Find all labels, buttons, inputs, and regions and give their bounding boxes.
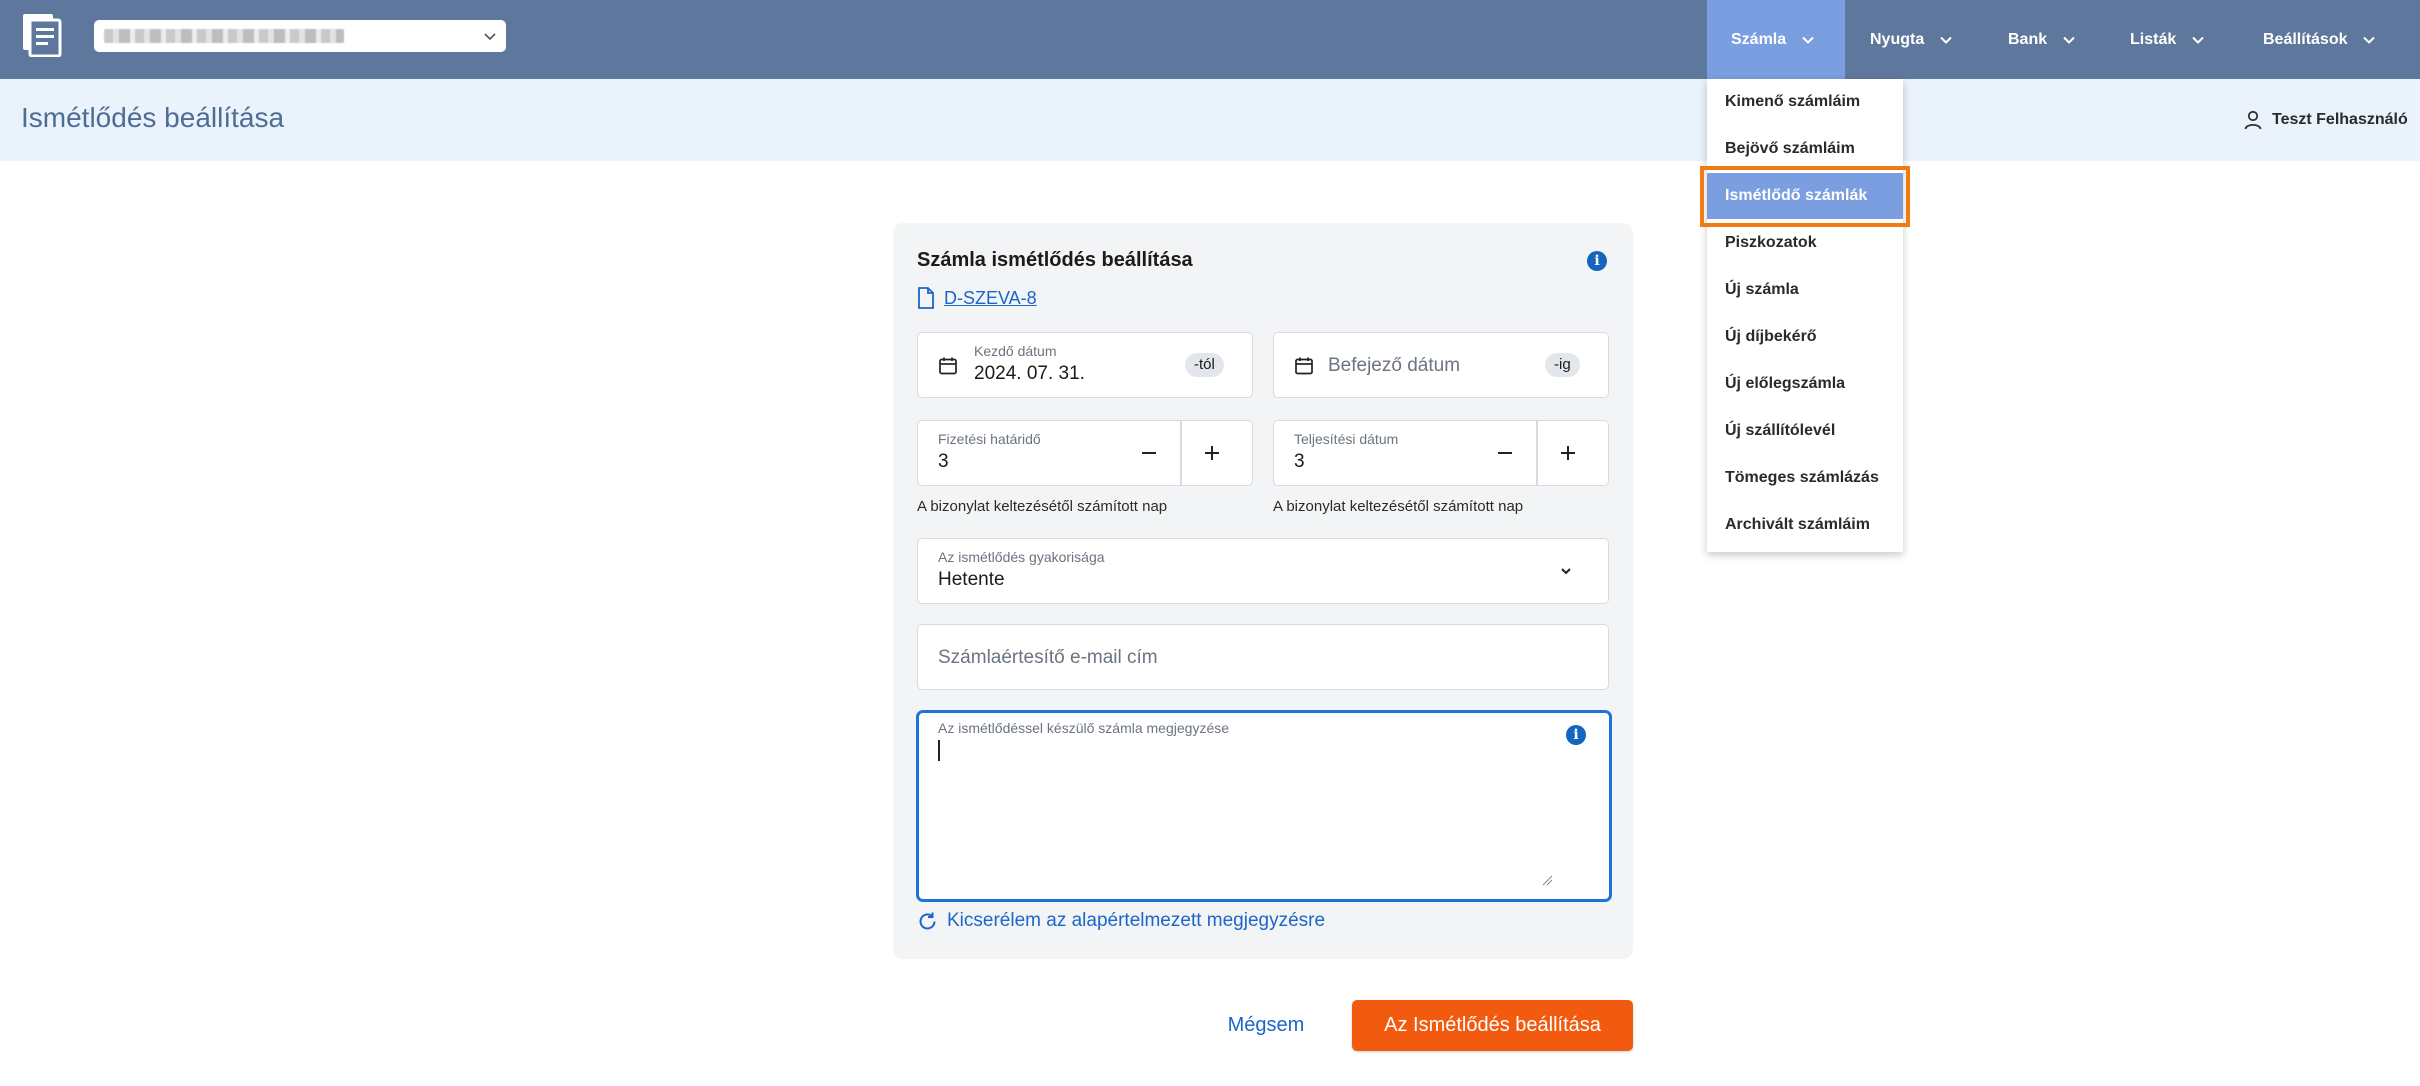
nav-beallitasok[interactable]: Beállítások <box>2263 0 2377 79</box>
decrement-button[interactable] <box>1119 421 1179 485</box>
menu-item-new-delivery-note[interactable]: Új szállítólevél <box>1707 408 1903 454</box>
app-logo-icon[interactable] <box>22 13 62 57</box>
start-date-label: Kezdő dátum <box>974 343 1057 359</box>
nav-label: Listák <box>2130 30 2177 48</box>
resize-handle-icon[interactable] <box>1541 874 1553 886</box>
end-date-suffix: -ig <box>1545 353 1580 377</box>
cancel-button[interactable]: Mégsem <box>1216 1004 1316 1046</box>
start-date-value: 2024. 07. 31. <box>974 363 1085 384</box>
reset-note-link[interactable]: Kicserélem az alapértelmezett megjegyzés… <box>917 910 1325 932</box>
end-date-placeholder: Befejező dátum <box>1328 355 1461 376</box>
plus-icon <box>1561 446 1575 460</box>
payment-deadline-value[interactable]: 3 <box>938 451 949 473</box>
nav-label: Bank <box>2008 30 2048 48</box>
nav-label: Számla <box>1731 30 1787 48</box>
payment-deadline-hint: A bizonylat keltezésétől számított nap <box>917 498 1168 515</box>
nav-label: Beállítások <box>2263 30 2348 48</box>
info-icon[interactable]: i <box>1587 251 1607 271</box>
email-placeholder: Számlaértesítő e-mail cím <box>938 647 1158 668</box>
top-navbar: Számla Nyugta Bank Listák Beállítások <box>0 0 2420 79</box>
document-number: D-SZEVA-8 <box>944 287 1037 308</box>
menu-item-drafts[interactable]: Piszkozatok <box>1707 220 1903 266</box>
submit-recurrence-button[interactable]: Az Ismétlődés beállítása <box>1352 1000 1633 1051</box>
start-date-suffix: -tól <box>1185 353 1224 377</box>
chevron-down-icon <box>1802 36 1814 44</box>
frequency-select[interactable] <box>917 538 1609 604</box>
note-label: Az ismétlődéssel készülő számla megjegyz… <box>938 720 1230 736</box>
document-link[interactable]: D-SZEVA-8 <box>917 287 1037 309</box>
invoice-note-textarea[interactable] <box>916 710 1612 902</box>
nav-listak[interactable]: Listák <box>2130 0 2206 79</box>
nav-nyugta[interactable]: Nyugta <box>1870 0 1954 79</box>
minus-icon <box>1498 452 1512 454</box>
frequency-label: Az ismétlődés gyakorisága <box>938 549 1105 565</box>
company-selector[interactable] <box>94 20 506 52</box>
menu-item-bulk-invoicing[interactable]: Tömeges számlázás <box>1707 455 1903 501</box>
fulfillment-date-hint: A bizonylat keltezésétől számított nap <box>1273 498 1524 515</box>
menu-item-new-proforma[interactable]: Új díjbekérő <box>1707 314 1903 360</box>
user-icon <box>2244 110 2262 130</box>
menu-item-archived-invoices[interactable]: Archivált számláim <box>1707 502 1903 548</box>
document-icon <box>918 287 934 309</box>
user-menu[interactable]: Teszt Felhasználó <box>2244 110 2408 130</box>
chevron-down-icon <box>484 33 496 41</box>
decrement-button[interactable] <box>1475 421 1535 485</box>
page-title: Ismétlődés beállítása <box>21 102 285 133</box>
nav-bank[interactable]: Bank <box>2008 0 2077 79</box>
nav-label: Nyugta <box>1870 30 1925 48</box>
menu-item-new-advance-invoice[interactable]: Új előlegszámla <box>1707 361 1903 407</box>
szamla-dropdown-menu: Kimenő számláim Bejövő számláim Ismétlőd… <box>1707 79 1903 552</box>
increment-button[interactable] <box>1538 421 1598 485</box>
chevron-down-icon <box>2192 36 2204 44</box>
chevron-down-icon <box>1561 568 1571 575</box>
card-title: Számla ismétlődés beállítása <box>917 249 1193 271</box>
info-icon[interactable]: i <box>1566 725 1586 745</box>
minus-icon <box>1142 452 1156 454</box>
payment-deadline-label: Fizetési határidő <box>938 431 1041 447</box>
reset-note-label: Kicserélem az alapértelmezett megjegyzés… <box>947 910 1326 931</box>
calendar-icon <box>1295 357 1313 375</box>
text-cursor <box>938 740 940 761</box>
menu-item-incoming-invoices[interactable]: Bejövő számláim <box>1707 126 1903 172</box>
fulfillment-date-label: Teljesítési dátum <box>1294 431 1399 447</box>
chevron-down-icon <box>2063 36 2075 44</box>
page-header <box>0 79 2420 161</box>
plus-icon <box>1205 446 1219 460</box>
menu-item-new-invoice[interactable]: Új számla <box>1707 267 1903 313</box>
chevron-down-icon <box>2363 36 2376 44</box>
refresh-icon <box>919 912 936 929</box>
fulfillment-date-value[interactable]: 3 <box>1294 451 1305 473</box>
nav-szamla[interactable]: Számla <box>1707 0 1845 79</box>
user-name: Teszt Felhasználó <box>2272 111 2408 128</box>
increment-button[interactable] <box>1182 421 1242 485</box>
frequency-value: Hetente <box>938 569 1005 590</box>
calendar-icon <box>939 357 957 375</box>
menu-item-recurring-invoices[interactable]: Ismétlődő számlák <box>1707 173 1903 219</box>
menu-item-outgoing-invoices[interactable]: Kimenő számláim <box>1707 79 1903 125</box>
chevron-down-icon <box>1940 36 1952 44</box>
company-name-redacted <box>104 29 344 43</box>
